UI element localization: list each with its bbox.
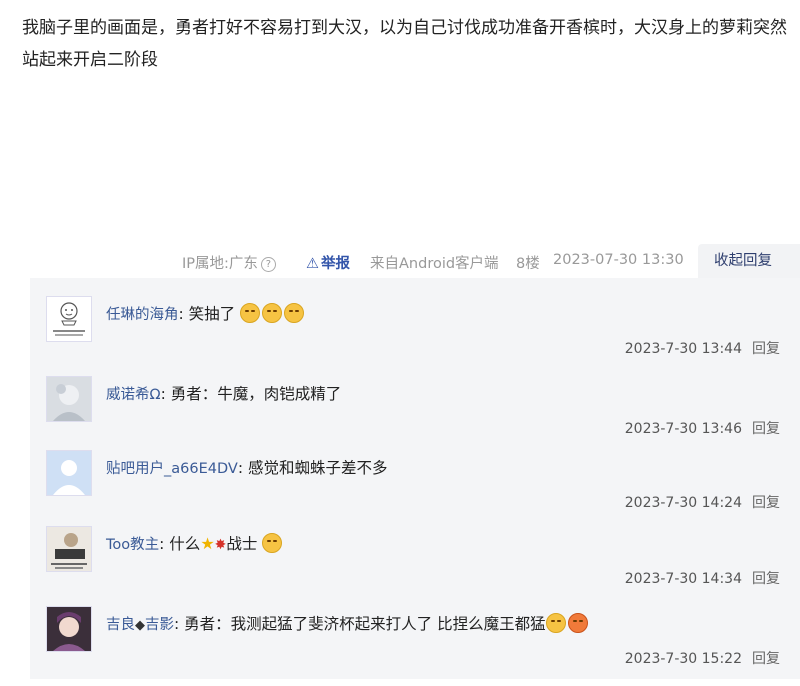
reply-button[interactable]: 回复 xyxy=(752,495,780,511)
client-source: 来自Android客户端 xyxy=(370,256,499,272)
warning-icon: ⚠ xyxy=(306,256,319,272)
comment-text: 笑抽了 xyxy=(188,305,236,323)
laugh-emoji-icon xyxy=(262,533,283,553)
post: 我脑子里的画面是，勇者打好不容易打到大汉，以为自己讨伐成功准备开香槟时，大汉身上… xyxy=(0,0,800,240)
default-user-icon xyxy=(47,451,91,495)
star-emoji-icon: ★ xyxy=(200,534,215,553)
laugh-emoji-icon xyxy=(262,303,283,323)
ip-location: IP属地:广东? xyxy=(182,252,276,273)
comment-list: 任琳的海角: 笑抽了 2023-7-30 13:44 回复 威诺希Ω: 勇者：牛魔… xyxy=(30,278,800,679)
comment-time: 2023-7-30 15:22 xyxy=(624,651,742,667)
comment-text: 感觉和蜘蛛子差不多 xyxy=(247,459,388,477)
anger-emoji-icon: ✸ xyxy=(214,537,227,553)
comment-text: 勇者：我测起猛了斐济杯起来打人了 比捏么魔王都猛 xyxy=(184,615,546,633)
comment-content: 威诺希Ω: 勇者：牛魔，肉铠成精了 xyxy=(106,385,342,403)
comment-time: 2023-7-30 14:34 xyxy=(624,571,742,587)
reply-button[interactable]: 回复 xyxy=(752,421,780,437)
avatar-image-icon xyxy=(47,377,91,421)
avatar[interactable] xyxy=(46,376,92,422)
comment-content: 任琳的海角: 笑抽了 xyxy=(106,302,306,324)
comment-username[interactable]: 吉良◆吉影 xyxy=(106,617,174,633)
comment-item: 贴吧用户_a66E4DV: 感觉和蜘蛛子差不多 2023-7-30 14:24 回… xyxy=(30,450,800,530)
reply-button[interactable]: 回复 xyxy=(752,341,780,357)
post-body: 我脑子里的画面是，勇者打好不容易打到大汉，以为自己讨伐成功准备开香槟时，大汉身上… xyxy=(22,18,787,70)
floor-number: 8楼 xyxy=(516,256,540,272)
avatar-image-icon xyxy=(47,607,91,651)
comment-time: 2023-7-30 14:24 xyxy=(624,495,742,511)
comment-time: 2023-7-30 13:46 xyxy=(624,421,742,437)
comment-item: 威诺希Ω: 勇者：牛魔，肉铠成精了 2023-7-30 13:46 回复 xyxy=(30,376,800,456)
comment-meta: 2023-7-30 14:24 回复 xyxy=(625,492,780,512)
comment-item: 吉良◆吉影: 勇者：我测起猛了斐济杯起来打人了 比捏么魔王都猛 2023-7-3… xyxy=(30,606,800,686)
diamond-icon: ◆ xyxy=(135,618,145,633)
report-label: 举报 xyxy=(321,256,350,272)
avatar[interactable] xyxy=(46,606,92,652)
comment-meta: 2023-7-30 13:46 回复 xyxy=(625,418,780,438)
help-icon[interactable]: ? xyxy=(260,257,276,272)
comment-content: 吉良◆吉影: 勇者：我测起猛了斐济杯起来打人了 比捏么魔王都猛 xyxy=(106,612,590,634)
comment-username[interactable]: 任琳的海角 xyxy=(106,307,179,323)
cry-emoji-icon xyxy=(545,613,566,633)
avatar[interactable] xyxy=(46,526,92,572)
reply-button[interactable]: 回复 xyxy=(752,651,780,667)
laugh-emoji-icon xyxy=(240,303,261,323)
angry-emoji-icon xyxy=(567,613,588,633)
comment-username[interactable]: Too教主 xyxy=(106,537,159,553)
post-date: 2023-07-30 13:30 xyxy=(553,252,684,268)
avatar[interactable] xyxy=(46,296,92,342)
comment-username[interactable]: 贴吧用户_a66E4DV xyxy=(106,461,238,477)
comment-content: Too教主: 什么★✸战士 xyxy=(106,532,284,554)
comment-username[interactable]: 威诺希Ω xyxy=(106,387,161,403)
avatar[interactable] xyxy=(46,450,92,496)
comment-meta: 2023-7-30 15:22 回复 xyxy=(625,648,780,668)
post-meta-bar: IP属地:广东? ⚠ 举报 来自Android客户端 8楼 2023-07-30 … xyxy=(0,244,800,278)
collapse-replies-button[interactable]: 收起回复 xyxy=(698,244,800,278)
reply-button[interactable]: 回复 xyxy=(752,571,780,587)
comment-content: 贴吧用户_a66E4DV: 感觉和蜘蛛子差不多 xyxy=(106,459,388,477)
comment-time: 2023-7-30 13:44 xyxy=(624,341,742,357)
report-link[interactable]: ⚠ 举报 xyxy=(306,252,350,273)
comment-item: 任琳的海角: 笑抽了 2023-7-30 13:44 回复 xyxy=(30,296,800,376)
comment-meta: 2023-7-30 13:44 回复 xyxy=(625,338,780,358)
comment-text: 什么 xyxy=(169,535,201,553)
comment-item: Too教主: 什么★✸战士 2023-7-30 14:34 回复 xyxy=(30,526,800,606)
avatar-image-icon xyxy=(47,527,91,571)
meme-face-icon xyxy=(47,297,91,341)
laugh-emoji-icon xyxy=(284,303,305,323)
comment-text: 战士 xyxy=(226,535,258,553)
comment-text: 勇者：牛魔，肉铠成精了 xyxy=(170,385,342,403)
comment-meta: 2023-7-30 14:34 回复 xyxy=(625,568,780,588)
